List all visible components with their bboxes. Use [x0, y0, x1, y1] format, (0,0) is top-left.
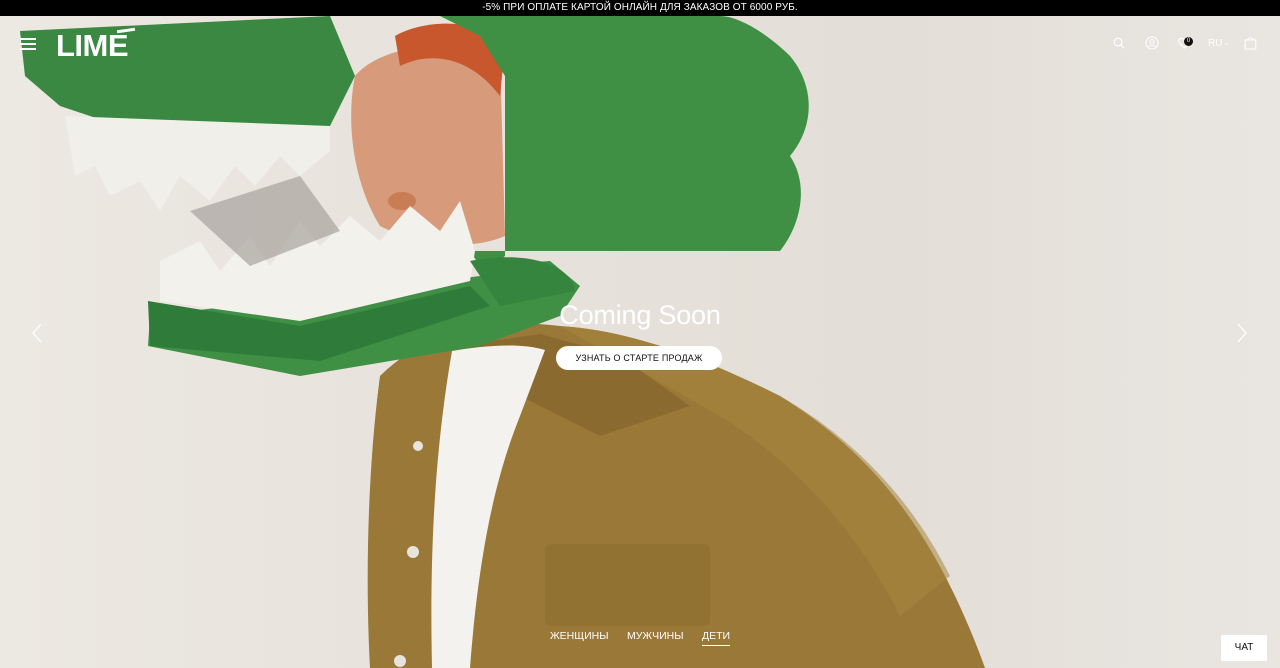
language-label: RU — [1208, 38, 1223, 49]
nav-men[interactable]: МУЖЧИНЫ — [627, 630, 684, 645]
hero-photo — [18, 16, 985, 668]
logo[interactable]: LIME — [56, 30, 129, 62]
bag-icon[interactable] — [1244, 36, 1258, 50]
chat-button[interactable]: ЧАТ — [1221, 635, 1267, 661]
menu-icon[interactable] — [20, 38, 36, 50]
language-switch[interactable]: RU⌄ — [1208, 38, 1229, 49]
account-icon[interactable] — [1145, 36, 1159, 50]
chevron-down-icon: ⌄ — [1223, 40, 1230, 47]
nav-women[interactable]: ЖЕНЩИНЫ — [550, 630, 609, 645]
cta-button[interactable]: УЗНАТЬ О СТАРТЕ ПРОДАЖ — [556, 346, 722, 370]
promo-banner: -5% ПРИ ОПЛАТЕ КАРТОЙ ОНЛАЙН ДЛЯ ЗАКАЗОВ… — [0, 0, 1280, 16]
gender-nav: ЖЕНЩИНЫ МУЖЧИНЫ ДЕТИ — [0, 626, 1280, 646]
site-header: LIME 0 RU⌄ — [0, 16, 1280, 72]
wishlist-count-badge: 0 — [1184, 37, 1193, 46]
hero-title: Coming Soon — [559, 300, 721, 330]
hero-image — [0, 16, 1280, 668]
search-icon[interactable] — [1113, 37, 1127, 51]
nav-kids[interactable]: ДЕТИ — [701, 630, 731, 646]
